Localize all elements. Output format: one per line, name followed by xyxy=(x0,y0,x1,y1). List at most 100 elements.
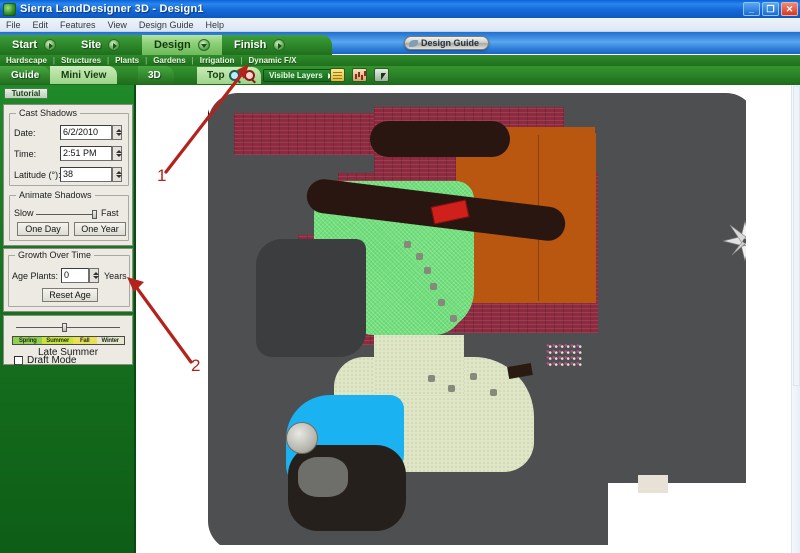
chevron-right-icon xyxy=(44,39,57,51)
time-label: Time: xyxy=(14,149,37,159)
cast-shadows-legend: Cast Shadows xyxy=(16,108,81,118)
site-corner-pad xyxy=(638,475,668,493)
subnav-separator: | xyxy=(145,56,148,65)
stepping-stone xyxy=(416,253,423,260)
subnav-separator: | xyxy=(240,56,243,65)
menu-bar: File Edit Features View Design Guide Hel… xyxy=(0,18,800,32)
window-title: Sierra LandDesigner 3D - Design1 xyxy=(20,3,204,15)
left-side-panel: Tutorial Cast Shadows Date: 6/2/2010 Tim… xyxy=(0,85,136,553)
design-guide-button[interactable]: Design Guide xyxy=(404,36,490,50)
tab-guide[interactable]: Guide xyxy=(0,66,51,84)
age-plants-spinner[interactable] xyxy=(89,268,99,283)
subnav-item-gardens[interactable]: Gardens xyxy=(153,56,185,65)
subnav-item-structures[interactable]: Structures xyxy=(61,56,101,65)
notes-icon[interactable] xyxy=(330,68,345,82)
chevron-down-icon xyxy=(197,39,210,51)
latitude-spinner[interactable] xyxy=(112,167,122,182)
one-year-button[interactable]: One Year xyxy=(74,222,126,236)
canvas-scrollbar-vertical[interactable] xyxy=(791,85,800,553)
season-slider-handle[interactable] xyxy=(62,323,67,332)
reset-age-button[interactable]: Reset Age xyxy=(42,288,98,302)
age-plants-label: Age Plants: xyxy=(12,271,59,281)
animate-slider-handle[interactable] xyxy=(92,210,97,219)
scrollbar-thumb[interactable] xyxy=(793,86,800,386)
season-summer: Summer xyxy=(42,337,73,344)
nav-tab-finish[interactable]: Finish xyxy=(222,35,332,55)
subnav-item-irrigation[interactable]: Irrigation xyxy=(200,56,235,65)
canvas-margin-top xyxy=(138,85,800,91)
subnav-separator: | xyxy=(191,56,194,65)
stepping-stone xyxy=(404,241,411,248)
visible-layers-label: Visible Layers xyxy=(269,71,323,80)
season-spring: Spring xyxy=(13,337,43,344)
select-icon[interactable] xyxy=(374,68,389,82)
latitude-field[interactable]: 38 xyxy=(60,167,112,182)
animate-shadows-legend: Animate Shadows xyxy=(16,190,95,200)
sub-nav-bar: Hardscape | Structures | Plants | Garden… xyxy=(0,55,800,66)
design-guide-label: Design Guide xyxy=(421,38,480,48)
tab-mini-view[interactable]: Mini View xyxy=(50,66,118,84)
report-icon[interactable] xyxy=(352,68,367,82)
subnav-item-plants[interactable]: Plants xyxy=(115,56,139,65)
nav-tab-finish-label: Finish xyxy=(234,39,267,51)
time-spinner[interactable] xyxy=(112,146,122,161)
subnav-item-dynamic-fx[interactable]: Dynamic F/X xyxy=(248,56,296,65)
planting-bed-west xyxy=(256,239,366,357)
menu-item-design-guide[interactable]: Design Guide xyxy=(139,20,194,30)
draft-mode-label: Draft Mode xyxy=(27,355,77,366)
tab-guide-label: Guide xyxy=(11,69,40,81)
magnifier-plus-icon[interactable] xyxy=(228,70,240,81)
window-controls: _ ❐ ✕ xyxy=(743,2,798,16)
date-label: Date: xyxy=(14,128,36,138)
menu-item-edit[interactable]: Edit xyxy=(33,20,49,30)
animate-slider-track[interactable] xyxy=(36,214,96,215)
season-slider-track[interactable] xyxy=(16,327,120,328)
years-label: Years xyxy=(104,271,127,281)
main-nav-tabs: Start Site Design Finish xyxy=(0,35,395,55)
design-canvas[interactable]: N xyxy=(138,85,800,553)
growth-pane: Growth Over Time Age Plants: 0 Years Res… xyxy=(3,248,133,312)
tutorial-button[interactable]: Tutorial xyxy=(4,88,48,99)
time-field[interactable]: 2:51 PM xyxy=(60,146,112,161)
season-legend-bar: Spring Summer Fall Winter xyxy=(12,336,125,345)
one-day-button[interactable]: One Day xyxy=(17,222,69,236)
subnav-item-hardscape[interactable]: Hardscape xyxy=(6,56,47,65)
maximize-button[interactable]: ❐ xyxy=(762,2,779,16)
menu-item-features[interactable]: Features xyxy=(60,20,96,30)
menu-item-help[interactable]: Help xyxy=(205,20,224,30)
stepping-stone xyxy=(424,267,431,274)
menu-item-view[interactable]: View xyxy=(108,20,127,30)
app-leaf-icon xyxy=(3,2,16,16)
subnav-separator: | xyxy=(107,56,110,65)
stepping-stone xyxy=(438,299,445,306)
leaf-icon xyxy=(409,40,418,47)
gazebo-structure xyxy=(286,422,318,454)
chevron-right-icon xyxy=(108,39,121,51)
boulder-cluster xyxy=(298,457,348,497)
annotation-number-2: 2 xyxy=(191,356,201,375)
close-button[interactable]: ✕ xyxy=(781,2,798,16)
annotation-number-1: 1 xyxy=(157,166,167,185)
subnav-separator: | xyxy=(52,56,55,65)
menu-item-file[interactable]: File xyxy=(6,20,21,30)
minimize-button[interactable]: _ xyxy=(743,2,760,16)
nav-tab-start-label: Start xyxy=(12,39,38,51)
magnifier-minus-icon[interactable] xyxy=(243,70,255,81)
season-pane: Spring Summer Fall Winter Late Summer Dr… xyxy=(3,315,133,366)
tab-3d-label: 3D xyxy=(148,69,161,81)
perennial-flowers xyxy=(546,343,582,367)
draft-mode-checkbox[interactable] xyxy=(14,356,23,365)
growth-legend: Growth Over Time xyxy=(15,250,95,260)
season-winter: Winter xyxy=(96,337,124,344)
age-plants-input[interactable]: 0 xyxy=(61,268,89,283)
slow-label: Slow xyxy=(14,208,34,218)
date-field[interactable]: 6/2/2010 xyxy=(60,125,112,140)
canvas-margin-corner xyxy=(608,483,748,553)
visible-layers-button[interactable]: Visible Layers xyxy=(263,69,338,82)
tab-3d[interactable]: 3D xyxy=(138,66,174,84)
application-window: Sierra LandDesigner 3D - Design1 _ ❐ ✕ F… xyxy=(0,0,800,553)
top-view-group: Top xyxy=(197,67,261,84)
date-spinner[interactable] xyxy=(112,125,122,140)
nav-tab-site-label: Site xyxy=(81,39,102,51)
latitude-label: Latitude (°): xyxy=(14,170,61,180)
